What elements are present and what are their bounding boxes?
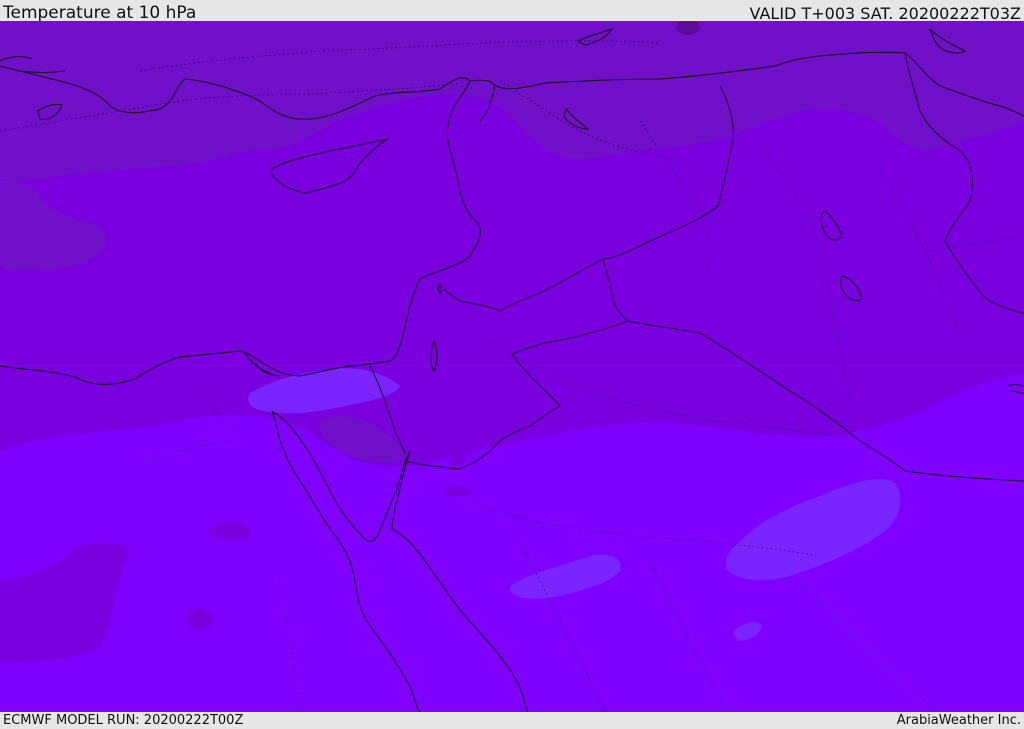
- map-canvas: [0, 21, 1024, 712]
- footer-bar: ECMWF MODEL RUN: 20200222T00Z ArabiaWeat…: [0, 712, 1024, 729]
- field-spot-4: [443, 486, 473, 496]
- credit-text: ArabiaWeather Inc.: [896, 713, 1021, 728]
- weather-map-frame: Temperature at 10 hPa VALID T+003 SAT. 2…: [0, 0, 1024, 729]
- field-spot-2: [208, 522, 252, 540]
- field-spot-3: [187, 608, 213, 630]
- temperature-map[interactable]: [0, 21, 1024, 712]
- model-run: ECMWF MODEL RUN: 20200222T00Z: [3, 713, 244, 728]
- field-spot-5: [451, 452, 465, 466]
- header-bar: Temperature at 10 hPa VALID T+003 SAT. 2…: [0, 0, 1024, 23]
